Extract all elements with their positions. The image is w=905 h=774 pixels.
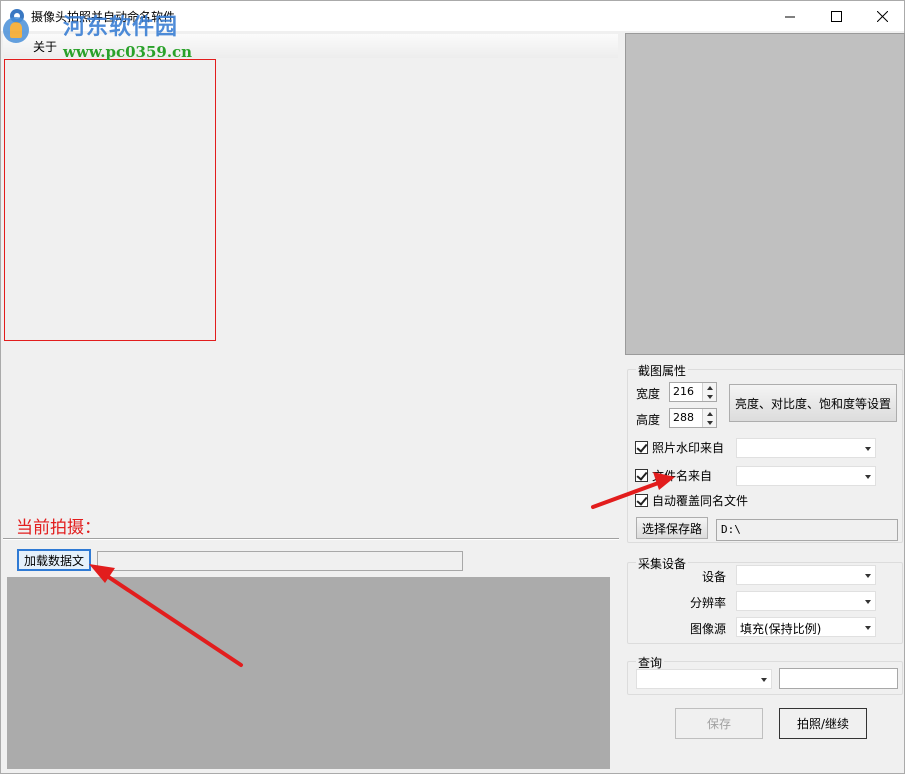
chevron-down-icon [865,475,871,479]
query-input[interactable] [779,668,898,689]
overwrite-checkbox[interactable] [635,494,648,507]
overwrite-label: 自动覆盖同名文件 [652,494,749,508]
minimize-icon [784,16,795,17]
capture-frame[interactable] [4,59,216,341]
close-button[interactable] [859,1,905,31]
watermark-from-checkbox[interactable] [635,441,648,454]
watermark-from-label: 照片水印来自 [652,441,725,455]
spin-down-icon[interactable] [702,392,716,401]
chevron-down-icon [865,574,871,578]
spin-up-icon[interactable] [702,383,716,392]
site-logo-icon [3,17,29,43]
current-shot-label: 当前拍摄： [16,518,101,538]
crop-group-title: 截图属性 [636,362,689,379]
choose-save-path-button[interactable]: 选择保存路 [636,517,708,539]
watermark-from-select[interactable] [736,438,876,458]
divider [3,538,619,540]
save-path-value: D:\ [721,523,741,536]
spin-down-icon[interactable] [702,418,716,427]
menu-item-about[interactable]: 关于 [33,38,57,55]
maximize-icon [830,10,842,22]
shoot-continue-button[interactable]: 拍照/继续 [779,708,867,739]
filename-from-checkbox[interactable] [635,469,648,482]
width-spinner[interactable]: 216 [669,382,717,402]
filename-from-label: 文件名来自 [652,469,713,483]
height-value: 288 [673,411,694,424]
height-spinner[interactable]: 288 [669,408,717,428]
spin-up-icon[interactable] [702,409,716,418]
app-window: 摄像头拍照并自动命名软件 关于 当前拍摄： 加载数据文 截图属性 宽度 216 … [0,0,905,774]
image-source-select[interactable]: 填充(保持比例) [736,617,876,637]
chevron-down-icon [865,600,871,604]
save-path-field[interactable]: D:\ [716,519,898,541]
minimize-button[interactable] [767,1,813,31]
chevron-down-icon [865,447,871,451]
watermark-url: www.pc0359.cn [63,43,193,61]
close-icon [876,10,888,22]
captured-image-panel [7,577,610,769]
device-select[interactable] [736,565,876,585]
width-value: 216 [673,385,694,398]
watermark-title: 河东软件园 [63,14,179,40]
image-source-label: 图像源 [690,622,727,636]
save-button[interactable]: 保存 [675,708,763,739]
maximize-button[interactable] [813,1,859,31]
image-adjust-settings-button[interactable]: 亮度、对比度、饱和度等设置 [729,384,897,422]
load-data-file-button[interactable]: 加载数据文 [17,549,91,571]
data-file-path-field[interactable] [97,551,463,571]
snapshot-preview [625,33,905,355]
device-group-title: 采集设备 [636,555,689,572]
device-label: 设备 [702,570,727,584]
height-label: 高度 [636,413,661,427]
image-source-value: 填充(保持比例) [740,622,822,636]
chevron-down-icon [865,626,871,630]
filename-from-select[interactable] [736,466,876,486]
resolution-label: 分辨率 [690,596,727,610]
chevron-down-icon [761,678,767,682]
query-field-select[interactable] [636,669,772,689]
resolution-select[interactable] [736,591,876,611]
width-label: 宽度 [636,387,661,401]
